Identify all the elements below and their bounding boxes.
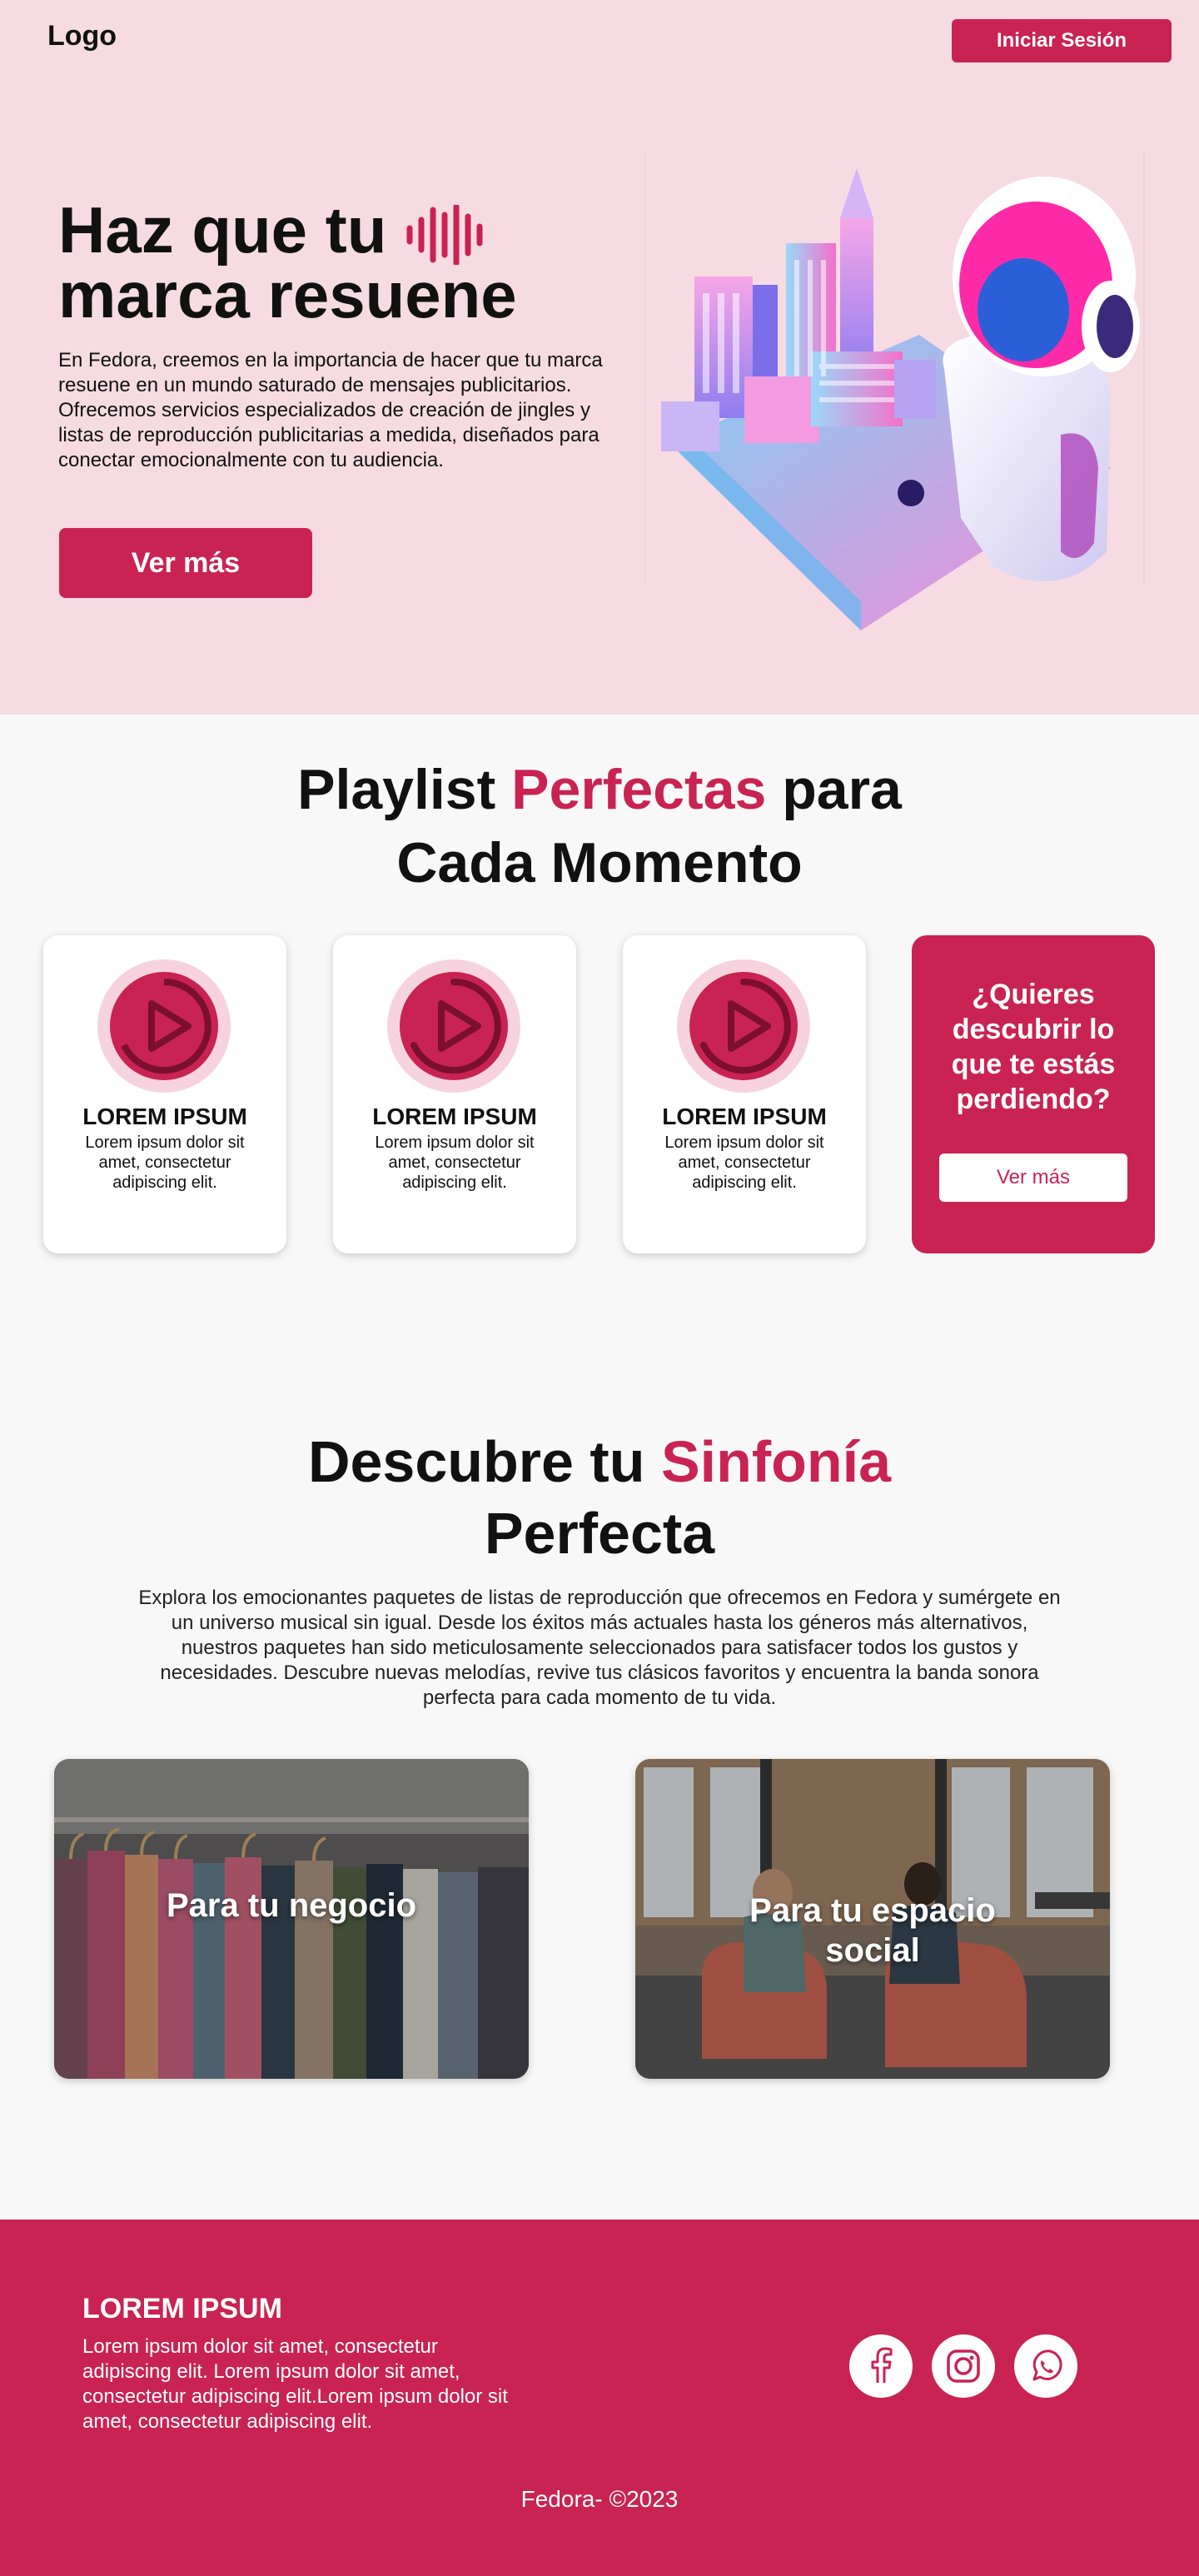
playlist-card-title: LOREM IPSUM (82, 1104, 247, 1129)
hero-title: Haz que tu marca resuene (58, 197, 517, 332)
playlist-card[interactable]: LOREM IPSUM Lorem ipsum dolor sit amet, … (333, 935, 576, 1253)
playlist-card-text: Lorem ipsum dolor sit amet, consectetur … (664, 1134, 824, 1192)
footer-text: Lorem ipsum dolor sit amet, consectetur … (82, 2335, 508, 2433)
playlist-title-accent: Perfectas (511, 758, 767, 821)
whatsapp-link[interactable] (1014, 2334, 1077, 2398)
discover-description: Explora los emocionantes paquetes de lis… (138, 1587, 1061, 1709)
facebook-icon (871, 2347, 893, 2383)
play-icon (387, 959, 520, 1093)
social-space-label-line2: social (825, 1932, 920, 1969)
hero-description: En Fedora, creemos en la importancia de … (58, 349, 603, 471)
playlist-title-suffix: para (766, 758, 902, 821)
copyright: Fedora- ©2023 (520, 2486, 679, 2512)
playlist-card-text: Lorem ipsum dolor sit amet, consectetur … (85, 1134, 245, 1192)
logo[interactable]: Logo (47, 20, 117, 52)
hero-section: Logo Iniciar Sesión Haz que tu marca res… (0, 0, 1199, 715)
discover-title-prefix: Descubre tu (307, 1429, 661, 1494)
playlist-card[interactable]: LOREM IPSUM Lorem ipsum dolor sit amet, … (43, 935, 286, 1253)
playlist-card-title: LOREM IPSUM (372, 1104, 537, 1129)
playlist-card-title: LOREM IPSUM (662, 1104, 827, 1129)
social-space-package-card[interactable]: Para tu espacio social (635, 1759, 1110, 2079)
hero-illustration (644, 152, 1145, 630)
hero-title-line1: Haz que tu (58, 193, 387, 267)
sound-wave-icon (406, 205, 483, 266)
facebook-link[interactable] (849, 2334, 913, 2398)
footer-title: LOREM IPSUM (82, 2293, 282, 2324)
whatsapp-icon (1032, 2349, 1062, 2381)
hero-see-more-button[interactable]: Ver más (59, 528, 312, 598)
social-space-label-line1: Para tu espacio (749, 1892, 996, 1929)
instagram-icon (947, 2349, 980, 2383)
play-icon (97, 959, 231, 1093)
discover-title-line2: Perfecta (484, 1501, 715, 1566)
business-package-card[interactable]: Para tu negocio (54, 1759, 529, 2079)
instagram-link[interactable] (932, 2334, 995, 2398)
play-icon (677, 959, 810, 1093)
cta-title: ¿Quieres descubrir lo que te estás perdi… (951, 979, 1116, 1115)
business-package-label: Para tu negocio (166, 1887, 417, 1924)
playlist-card[interactable]: LOREM IPSUM Lorem ipsum dolor sit amet, … (623, 935, 866, 1253)
footer: LOREM IPSUM Lorem ipsum dolor sit amet, … (0, 2220, 1199, 2576)
discover-cta-card: ¿Quieres descubrir lo que te estás perdi… (912, 935, 1155, 1253)
playlist-title-line2: Cada Momento (396, 831, 803, 894)
playlist-card-text: Lorem ipsum dolor sit amet, consectetur … (375, 1134, 535, 1192)
playlist-title-prefix: Playlist (297, 758, 512, 821)
hero-title-line2: marca resuene (58, 258, 517, 332)
cta-see-more-button[interactable]: Ver más (939, 1153, 1127, 1202)
social-space-package-label: Para tu espacio social (635, 1891, 1110, 1971)
discover-title-accent: Sinfonía (660, 1429, 892, 1494)
playlist-section-title: Playlist Perfectas para Cada Momento (0, 753, 1199, 899)
login-button[interactable]: Iniciar Sesión (952, 19, 1172, 62)
discover-section-title: Descubre tu Sinfonía Perfecta (0, 1426, 1199, 1569)
